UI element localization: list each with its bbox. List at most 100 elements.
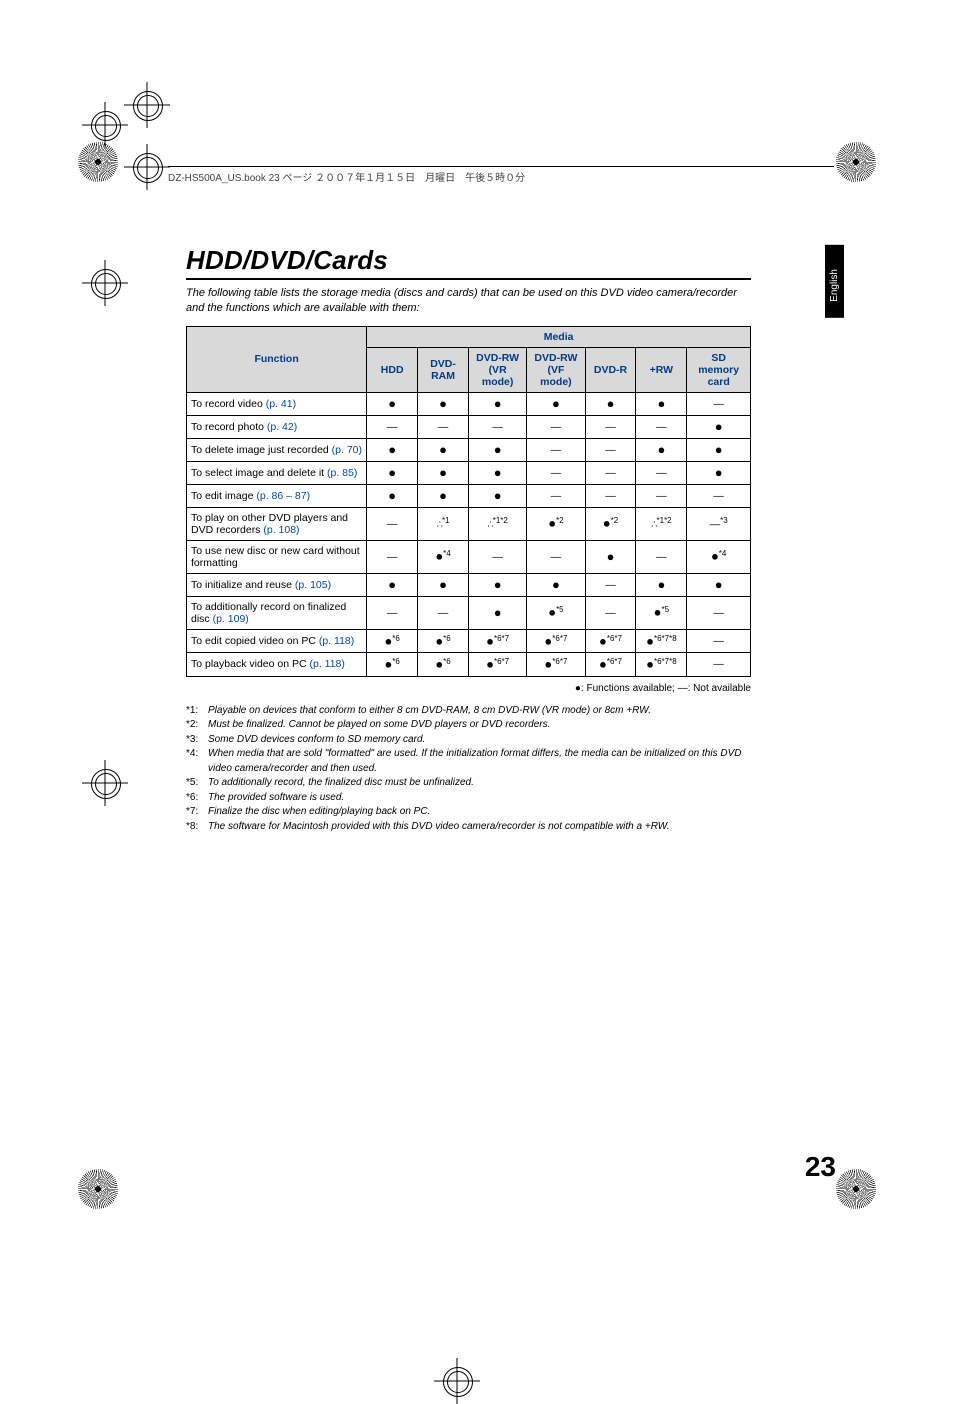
cell: — xyxy=(367,507,418,540)
cell: — xyxy=(418,415,469,438)
cell: ● xyxy=(687,573,751,596)
row-label: To edit copied video on PC xyxy=(191,635,319,647)
page-ref-link[interactable]: (p. 42) xyxy=(267,421,297,433)
cell: ● xyxy=(527,573,585,596)
cell: — xyxy=(585,596,636,629)
cell: ●*5 xyxy=(636,596,687,629)
footnote-key: *8: xyxy=(186,820,208,835)
col-dvdrw-vf: DVD-RW (VF mode) xyxy=(527,347,585,392)
cell: ●*6*7*8 xyxy=(636,653,687,677)
footnote-key: *7: xyxy=(186,805,208,820)
cell: ● xyxy=(636,392,687,415)
footnote-text: The software for Macintosh provided with… xyxy=(208,820,751,835)
cell: — xyxy=(585,484,636,507)
cell: ● xyxy=(636,438,687,461)
cell: ● xyxy=(468,438,526,461)
row-label: To record photo xyxy=(191,421,267,433)
cell: ● xyxy=(468,596,526,629)
footnote: *1:Playable on devices that conform to e… xyxy=(186,704,751,719)
cell: ● xyxy=(687,438,751,461)
table-row: To delete image just recorded (p. 70)●●●… xyxy=(187,438,751,461)
row-label: To edit image xyxy=(191,490,256,502)
footnote-text: Finalize the disc when editing/playing b… xyxy=(208,805,751,820)
page-ref-link[interactable]: (p. 118) xyxy=(309,658,344,670)
cell: ●*6*7 xyxy=(468,629,526,653)
cell: — xyxy=(367,596,418,629)
cell: — xyxy=(585,461,636,484)
row-label: To initialize and reuse xyxy=(191,579,295,591)
row-function: To additionally record on finalized disc… xyxy=(187,596,367,629)
cell: ●*6 xyxy=(367,653,418,677)
cell: ● xyxy=(367,438,418,461)
media-table: Function Media HDD DVD-RAM DVD-RW (VR mo… xyxy=(186,326,751,677)
language-tab: English xyxy=(825,245,844,318)
row-label: To select image and delete it xyxy=(191,467,327,479)
row-function: To delete image just recorded (p. 70) xyxy=(187,438,367,461)
footnote-text: Must be finalized. Cannot be played on s… xyxy=(208,718,751,733)
cell: ● xyxy=(687,461,751,484)
cell: ● xyxy=(585,540,636,573)
cell: ● xyxy=(367,392,418,415)
print-mark-burst-bl xyxy=(78,1169,118,1209)
cell: — xyxy=(418,596,469,629)
cell: — xyxy=(687,484,751,507)
row-label: To use new disc or new card without form… xyxy=(191,545,360,569)
print-mark-burst-tr xyxy=(836,142,876,182)
cell: — xyxy=(527,484,585,507)
cell: — xyxy=(367,415,418,438)
footnote: *2:Must be finalized. Cannot be played o… xyxy=(186,718,751,733)
footnote-text: Some DVD devices conform to SD memory ca… xyxy=(208,733,751,748)
row-function: To record video (p. 41) xyxy=(187,392,367,415)
row-function: To playback video on PC (p. 118) xyxy=(187,653,367,677)
cell: — xyxy=(636,540,687,573)
cell: ● xyxy=(418,438,469,461)
cell: ●*6*7 xyxy=(585,629,636,653)
cell: ● xyxy=(585,392,636,415)
cell: ● xyxy=(367,461,418,484)
table-row: To playback video on PC (p. 118)●*6●*6●*… xyxy=(187,653,751,677)
cell: ● xyxy=(367,573,418,596)
cell: ●*6 xyxy=(367,629,418,653)
page-content: HDD/DVD/Cards The following table lists … xyxy=(186,245,751,834)
print-mark-burst-br xyxy=(836,1169,876,1209)
cell: ● xyxy=(418,484,469,507)
page-ref-link[interactable]: (p. 108) xyxy=(263,524,299,536)
col-dvdr: DVD-R xyxy=(585,347,636,392)
cell: — xyxy=(687,596,751,629)
cell: — xyxy=(527,540,585,573)
footnote: *5:To additionally record, the finalized… xyxy=(186,776,751,791)
cell: — xyxy=(468,415,526,438)
cell: ● xyxy=(367,484,418,507)
cell: — xyxy=(367,540,418,573)
page-ref-link[interactable]: (p. 41) xyxy=(266,398,296,410)
page-title: HDD/DVD/Cards xyxy=(186,245,751,280)
col-media: Media xyxy=(367,326,751,347)
table-row: To record video (p. 41)●●●●●●— xyxy=(187,392,751,415)
page-ref-link[interactable]: (p. 109) xyxy=(213,613,249,625)
footnote-text: When media that are sold "formatted" are… xyxy=(208,747,751,776)
page-ref-link[interactable]: (p. 105) xyxy=(295,579,331,591)
cell: ∴*1*2 xyxy=(636,507,687,540)
reg-mark-bl xyxy=(130,88,164,122)
footnote-key: *5: xyxy=(186,776,208,791)
table-row: To record photo (p. 42)——————● xyxy=(187,415,751,438)
col-sd: SD memory card xyxy=(687,347,751,392)
page-ref-link[interactable]: (p. 118) xyxy=(319,635,354,647)
cell: ●*2 xyxy=(527,507,585,540)
cell: — xyxy=(585,573,636,596)
cell: ●*4 xyxy=(687,540,751,573)
table-row: To initialize and reuse (p. 105)●●●●—●● xyxy=(187,573,751,596)
footnote: *3:Some DVD devices conform to SD memory… xyxy=(186,733,751,748)
cell: ∴*1*2 xyxy=(468,507,526,540)
cell: ● xyxy=(687,415,751,438)
row-function: To play on other DVD players and DVD rec… xyxy=(187,507,367,540)
col-dvdrw-vr: DVD-RW (VR mode) xyxy=(468,347,526,392)
page-ref-link[interactable]: (p. 70) xyxy=(332,444,362,456)
page-ref-link[interactable]: (p. 86 – 87) xyxy=(256,490,310,502)
legend-text: ●: Functions available; —: Not available xyxy=(186,683,751,694)
row-function: To record photo (p. 42) xyxy=(187,415,367,438)
cell: ● xyxy=(468,392,526,415)
page-ref-link[interactable]: (p. 85) xyxy=(327,467,357,479)
row-function: To edit copied video on PC (p. 118) xyxy=(187,629,367,653)
cell: ● xyxy=(527,392,585,415)
